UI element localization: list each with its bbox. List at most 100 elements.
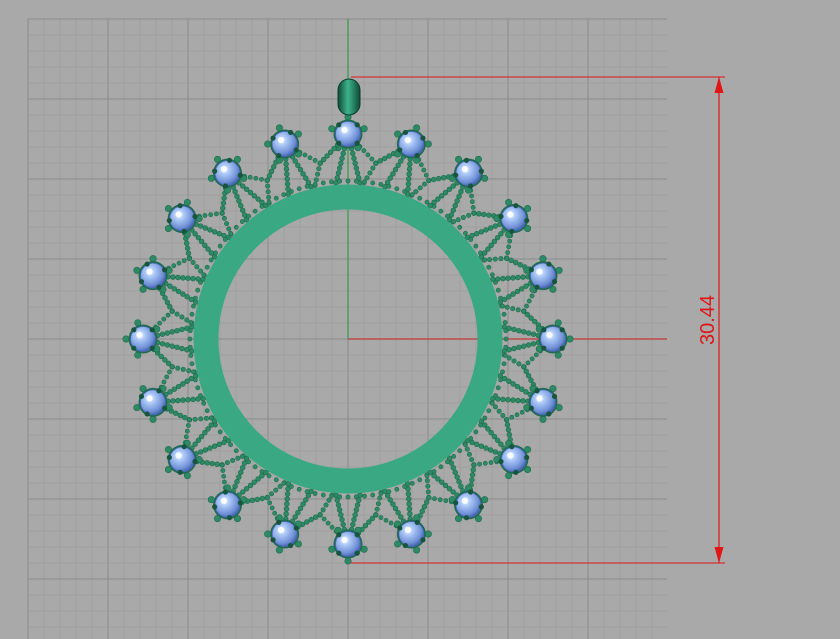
bead	[284, 176, 290, 182]
gem-prong	[226, 157, 233, 163]
bead	[402, 484, 408, 489]
bead	[353, 494, 359, 500]
bead	[232, 483, 238, 489]
bead	[406, 171, 412, 177]
bead	[326, 497, 332, 503]
bead	[296, 186, 302, 192]
bead	[533, 352, 539, 358]
bead	[315, 171, 321, 177]
bead	[336, 165, 343, 171]
gem-prong	[166, 454, 172, 461]
bead	[174, 344, 180, 351]
bead	[495, 385, 501, 391]
bead	[455, 217, 461, 223]
bead	[517, 262, 523, 268]
bead	[317, 512, 323, 518]
bead	[478, 422, 483, 428]
bead	[175, 288, 182, 295]
gem-stone	[140, 262, 166, 289]
bead	[530, 331, 537, 337]
bead	[468, 237, 474, 242]
bead	[510, 397, 516, 403]
bead	[222, 479, 227, 485]
bead	[478, 229, 485, 235]
bead	[523, 368, 529, 374]
bead	[281, 192, 287, 198]
bead	[417, 195, 423, 201]
bead	[407, 511, 413, 517]
bead	[508, 257, 514, 264]
bead	[187, 344, 193, 350]
bead	[521, 308, 527, 314]
bead	[352, 160, 358, 166]
bead	[386, 183, 392, 189]
bead	[521, 343, 527, 349]
gem-stone	[214, 491, 241, 518]
bead	[174, 327, 180, 334]
bead	[185, 423, 191, 428]
bead	[504, 304, 510, 310]
bead	[246, 459, 251, 465]
bead	[264, 140, 272, 148]
bead	[470, 205, 476, 210]
bead	[353, 178, 359, 184]
bead	[463, 230, 468, 236]
bead	[398, 514, 404, 520]
bead	[423, 172, 429, 178]
gem-prong	[551, 393, 558, 400]
bead	[373, 512, 379, 518]
bead	[510, 381, 516, 387]
gem-highlight	[507, 452, 514, 459]
cad-viewport[interactable]: 30.44	[0, 0, 840, 639]
bead	[523, 389, 529, 395]
bead	[445, 459, 450, 465]
bead	[329, 524, 335, 530]
bead	[180, 366, 186, 372]
bead	[180, 381, 186, 387]
bead	[167, 369, 172, 375]
gem-prong	[270, 135, 276, 141]
bead	[268, 168, 275, 175]
bead	[374, 506, 380, 512]
bead	[500, 396, 506, 403]
bead	[498, 295, 504, 301]
gem-prong	[498, 213, 504, 220]
bead	[320, 492, 326, 498]
bead	[273, 477, 279, 483]
bead	[457, 448, 463, 454]
gem-prong	[237, 172, 243, 178]
bead	[259, 204, 265, 209]
bead	[149, 255, 157, 263]
gemstone	[528, 387, 558, 417]
bead	[304, 489, 310, 495]
bead	[369, 156, 375, 162]
bead	[492, 256, 498, 262]
bead	[452, 202, 458, 209]
bead	[370, 492, 376, 498]
bead	[500, 369, 505, 375]
bead	[266, 199, 272, 205]
bead	[202, 225, 209, 231]
bead	[288, 484, 294, 489]
bead	[175, 397, 181, 404]
gem-prong	[166, 217, 172, 224]
bead	[297, 166, 304, 173]
bead	[272, 510, 278, 516]
bead	[221, 473, 227, 479]
bead	[238, 202, 244, 209]
bead	[249, 497, 256, 504]
bail-loop[interactable]	[337, 78, 361, 116]
gem-stone	[455, 491, 482, 518]
gem-prong	[463, 515, 470, 521]
gem-highlight	[536, 268, 543, 275]
gem-highlight	[220, 497, 228, 505]
bead	[208, 257, 214, 263]
bead	[406, 166, 413, 172]
gem-highlight	[461, 165, 469, 173]
gem-prong	[212, 504, 218, 510]
bead	[303, 497, 309, 503]
bead	[377, 495, 383, 501]
bead	[339, 155, 345, 162]
bead	[173, 410, 179, 416]
bead	[159, 331, 166, 337]
